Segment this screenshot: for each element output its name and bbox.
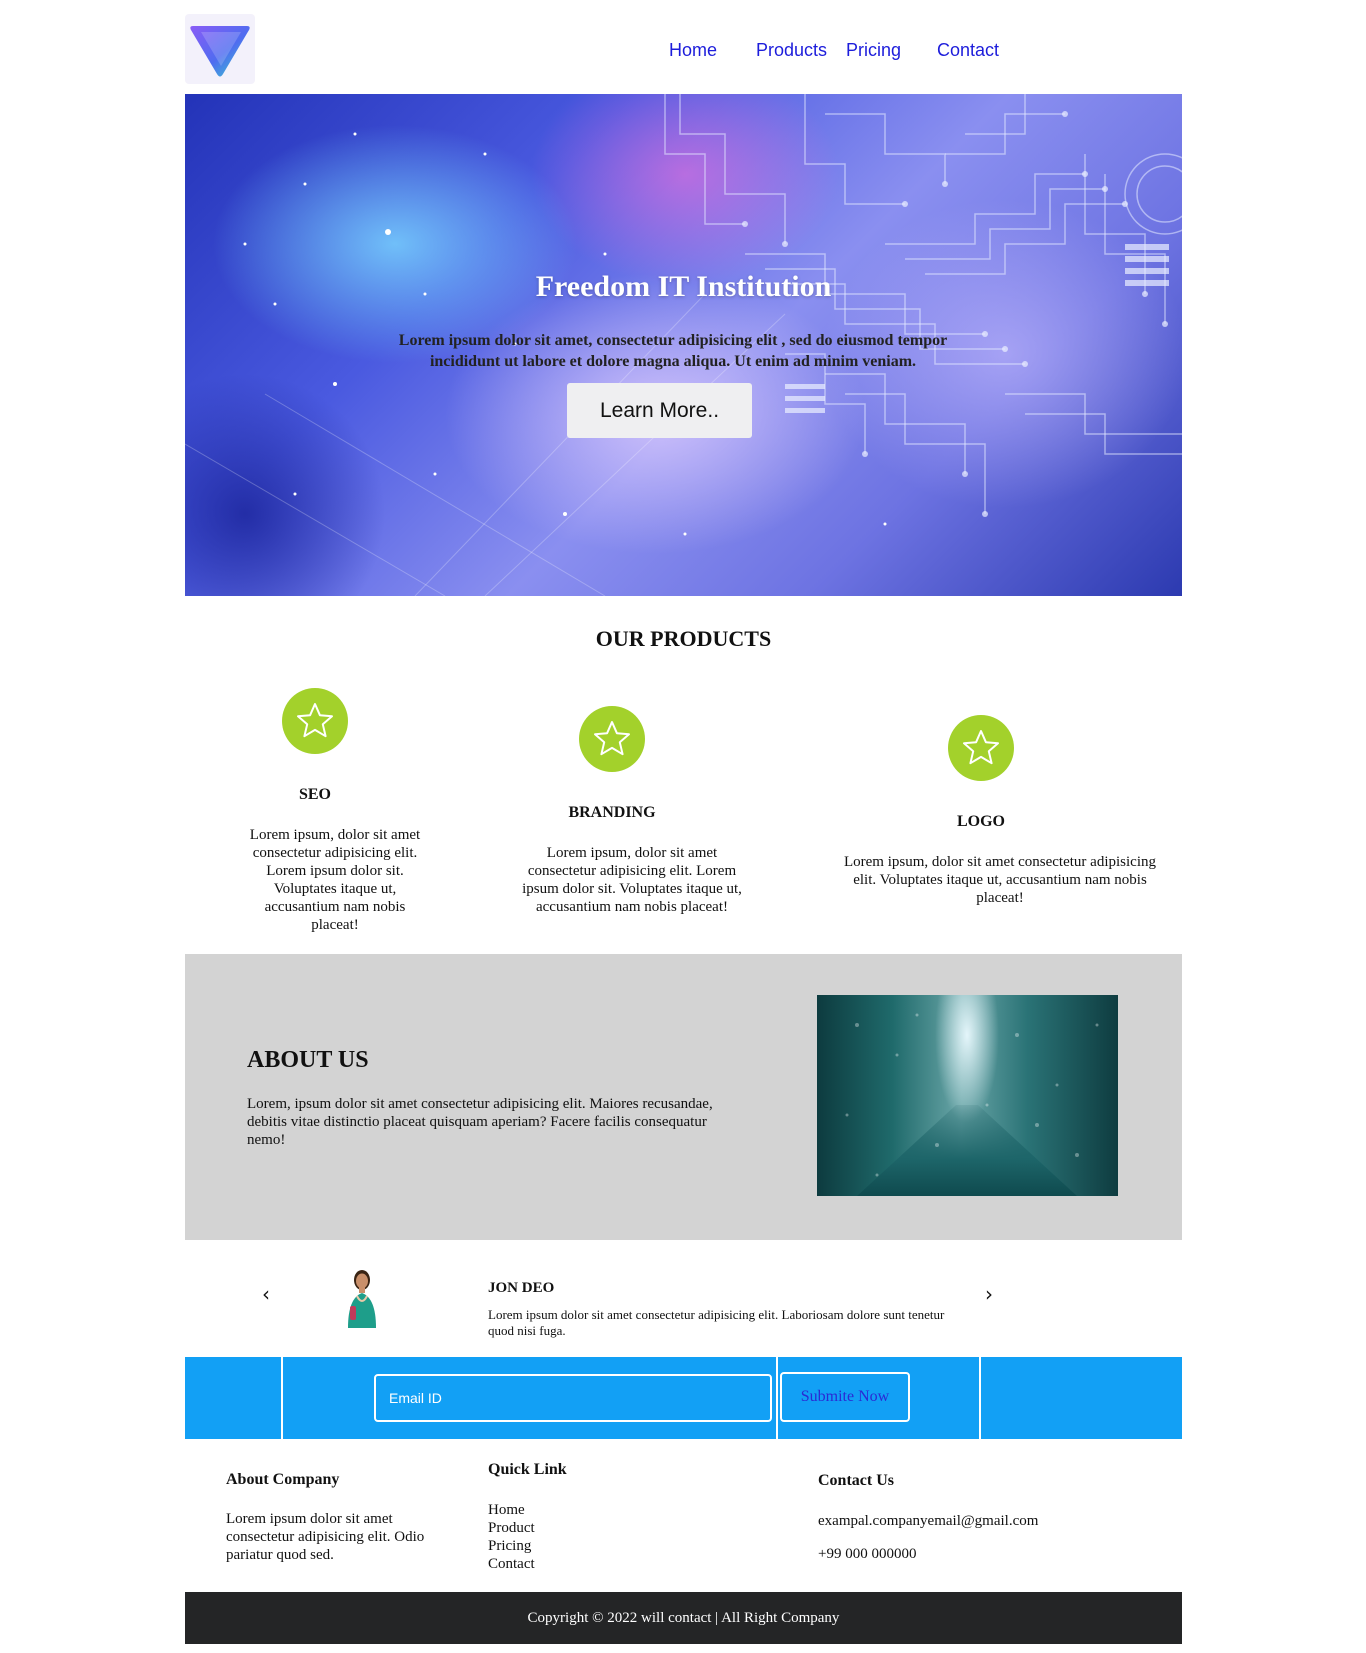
avatar [342,1266,382,1328]
site-header: Home Products Pricing Contact [185,14,1182,84]
chevron-left-icon[interactable]: ‹ [262,1282,270,1306]
star-icon [594,721,630,756]
product-description: Lorem ipsum, dolor sit amet consectetur … [522,845,742,915]
product-card-seo: SEO Lorem ipsum, dolor sit amet consecte… [245,688,425,938]
star-badge [282,688,348,754]
footer-email[interactable]: exampal.companyemail@gmail.com [818,1512,1038,1530]
nav-home-link[interactable]: Home [669,40,717,61]
about-description: Lorem, ipsum dolor sit amet consectetur … [247,1096,713,1148]
footer-phone: +99 000 000000 [818,1546,917,1562]
footer-link-product[interactable]: Product [488,1519,535,1537]
star-icon [963,730,999,765]
divider [281,1357,283,1439]
footer-about-text: Lorem ipsum dolor sit amet consectetur a… [226,1511,425,1563]
city-rain-image [817,995,1118,1196]
product-title: SEO [298,786,331,803]
divider [979,1357,981,1439]
nav-products-link[interactable]: Products [756,40,827,61]
testimonial-name: JON DEO [488,1280,555,1296]
brand-logo[interactable] [185,14,255,84]
star-icon [297,703,333,738]
hero-banner: Freedom IT Institution Lorem ipsum dolor… [185,94,1182,596]
nav-contact-link[interactable]: Contact [937,40,999,61]
footer-link-home[interactable]: Home [488,1501,535,1519]
footer-quick-heading: Quick Link [488,1461,567,1478]
newsletter-bar: Submite Now [185,1357,1182,1439]
star-badge [948,715,1014,781]
hero-title: Freedom IT Institution [535,270,832,303]
chevron-right-icon[interactable]: › [985,1282,993,1306]
product-card-branding: BRANDING Lorem ipsum, dolor sit amet con… [512,706,752,916]
submit-button[interactable]: Submite Now [780,1372,910,1422]
footer-contact-heading: Contact Us [818,1472,894,1489]
footer-link-pricing[interactable]: Pricing [488,1537,535,1555]
person-photo-icon [348,1270,376,1328]
about-heading: ABOUT US [247,1047,369,1073]
testimonial-text: Lorem ipsum dolor sit amet consectetur a… [488,1307,945,1338]
products-heading: OUR PRODUCTS [595,626,772,651]
triangle-logo-icon [190,26,250,77]
product-description: Lorem ipsum, dolor sit amet consectetur … [843,854,1156,906]
copyright-bar: Copyright © 2022 will contact | All Righ… [185,1592,1182,1644]
divider [776,1357,778,1439]
learn-more-button[interactable]: Learn More.. [567,383,752,438]
raindrops-overlay [845,1013,1099,1177]
footer-link-contact[interactable]: Contact [488,1555,535,1573]
product-title: BRANDING [568,804,656,821]
footer-quick-links: Home Product Pricing Contact [488,1501,535,1573]
email-field[interactable] [374,1374,772,1422]
footer-about-heading: About Company [226,1471,340,1488]
star-badge [579,706,645,772]
product-description: Lorem ipsum, dolor sit amet consectetur … [249,827,421,933]
product-title: LOGO [956,813,1005,830]
hero-description: Lorem ipsum dolor sit amet, consectetur … [398,332,948,370]
product-card-logo: LOGO Lorem ipsum, dolor sit amet consect… [838,715,1162,915]
nav-pricing-link[interactable]: Pricing [846,40,901,61]
about-section: ABOUT US Lorem, ipsum dolor sit amet con… [185,954,1182,1240]
